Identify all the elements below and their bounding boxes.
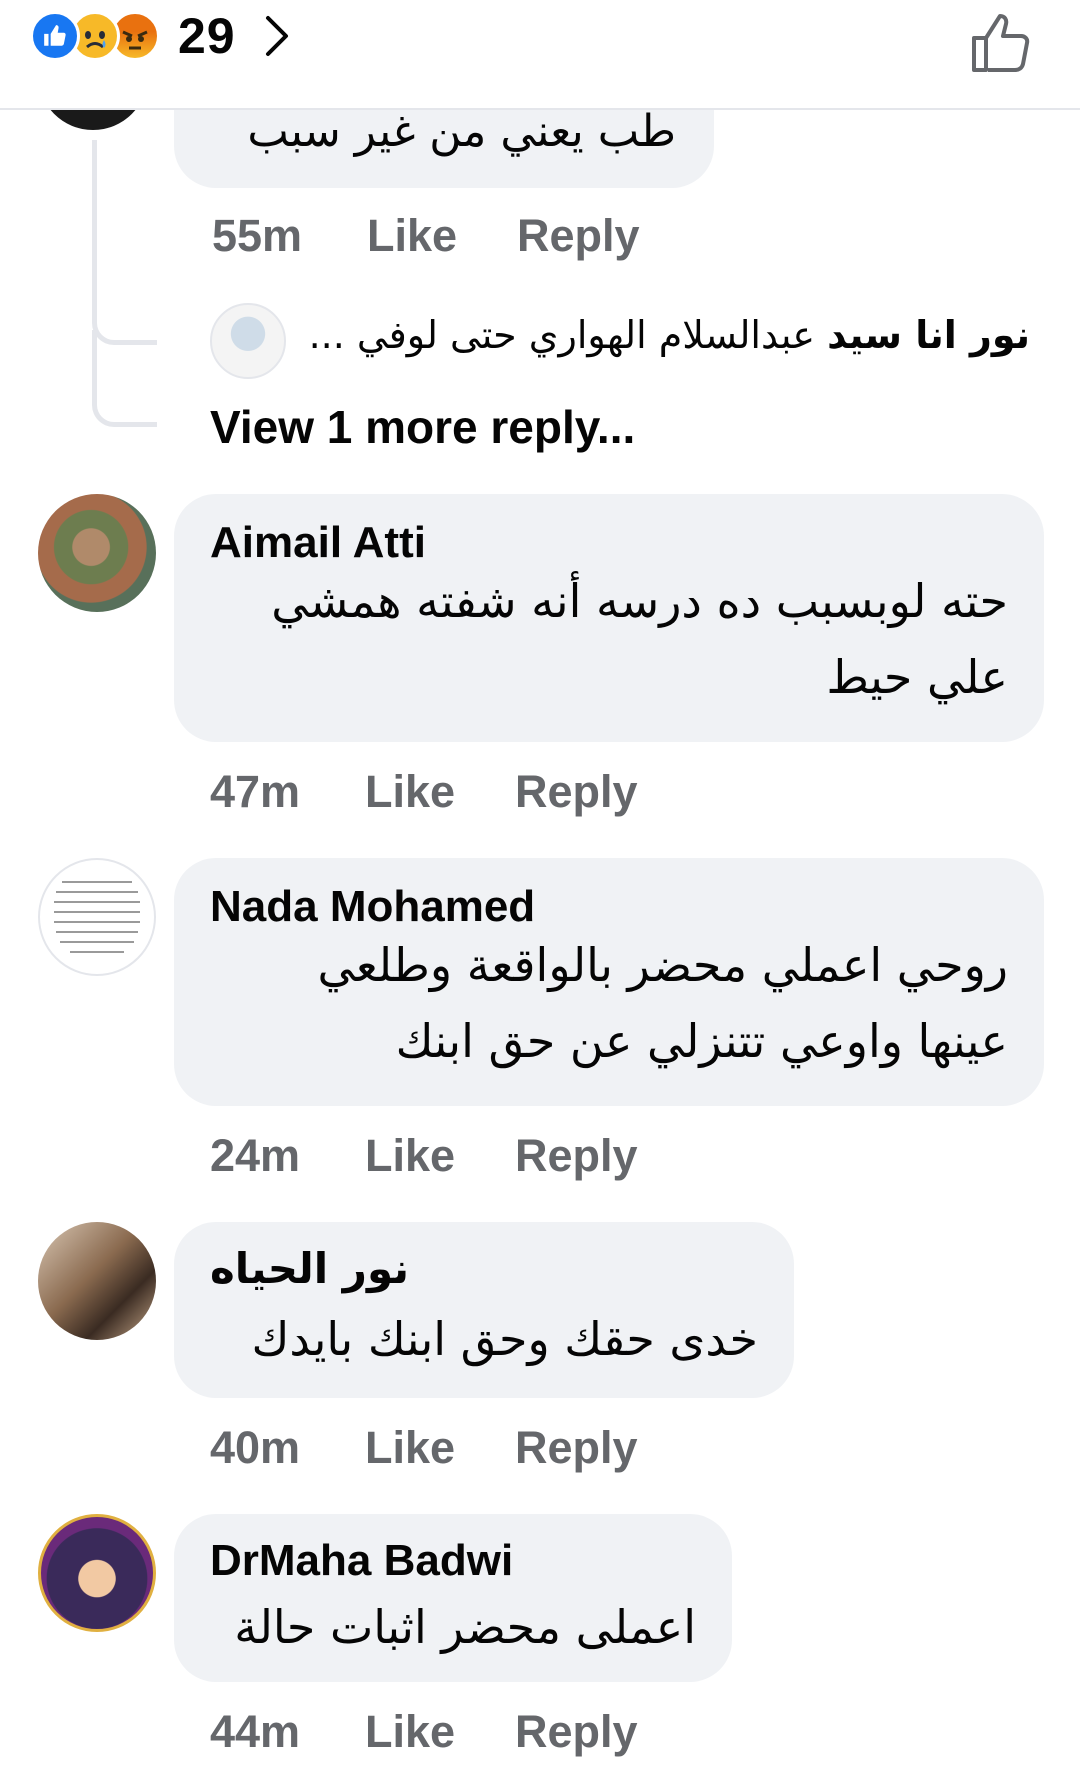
comment-time: 44m: [210, 1706, 301, 1757]
reaction-count: 29: [178, 8, 236, 64]
like-button[interactable]: Like: [365, 1422, 515, 1474]
comment-bubble[interactable]: DrMaha Badwi اعملى محضر اثبات حالة: [174, 1514, 732, 1682]
like-button[interactable]: Like: [365, 1706, 515, 1758]
reply-preview[interactable]: نور انا سيد عبدالسلام الهواري حتى لوفي .…: [210, 303, 1030, 379]
comment-author: نور الحياه: [210, 1244, 410, 1293]
like-button[interactable]: Like: [365, 766, 515, 818]
like-reaction-icon: [30, 11, 80, 61]
chevron-right-icon: [264, 14, 290, 58]
avatar: [210, 303, 286, 379]
comment-text: طب يعني من غير سبب: [247, 106, 676, 157]
like-button[interactable]: Like: [365, 1130, 515, 1182]
comment-bubble[interactable]: Nada Mohamed روحي اعملي محضر بالواقعة وط…: [174, 858, 1044, 1106]
comment-bubble[interactable]: Aimail Atti حته لوبسبب ده درسه أنه شفته …: [174, 494, 1044, 742]
like-button[interactable]: Like: [367, 210, 517, 262]
comment-bubble[interactable]: طب يعني من غير سبب: [174, 100, 714, 188]
comment-text-line: علي حيط: [826, 650, 1008, 704]
comment-time: 24m: [210, 1130, 301, 1181]
thread-line: [92, 330, 157, 427]
comment-text-line: خدى حقك وحق ابنك بايدك: [251, 1312, 758, 1366]
avatar[interactable]: [38, 1222, 156, 1340]
reply-button[interactable]: Reply: [515, 766, 638, 818]
like-post-button[interactable]: [968, 10, 1034, 76]
reply-snippet: عبدالسلام الهواري حتى لوفي ...: [308, 313, 816, 357]
reply-button[interactable]: Reply: [515, 1130, 638, 1182]
thumbs-up-outline-icon: [972, 14, 1030, 72]
reply-button[interactable]: Reply: [517, 210, 640, 262]
avatar[interactable]: [38, 1514, 156, 1632]
comment-author: DrMaha Badwi: [210, 1536, 514, 1585]
comment-author: Nada Mohamed: [210, 882, 536, 931]
reply-preview-text: نور انا سيد عبدالسلام الهواري حتى لوفي .…: [309, 313, 1030, 357]
comment-text-line: حته لوبسبب ده درسه أنه شفته همشي: [271, 574, 1008, 628]
comment-actions: 44m Like Reply: [210, 1706, 638, 1758]
view-more-replies-link[interactable]: View 1 more reply...: [210, 400, 635, 454]
comment-actions: 40m Like Reply: [210, 1422, 638, 1474]
comment-time: 47m: [210, 766, 301, 817]
comment-text-line: عينها واوعي تتنزلي عن حق ابنك: [395, 1014, 1008, 1068]
comment-text-line: روحي اعملي محضر بالواقعة وطلعي: [317, 938, 1009, 992]
comment-bubble[interactable]: نور الحياه خدى حقك وحق ابنك بايدك: [174, 1222, 794, 1398]
comment-time: 40m: [210, 1422, 301, 1473]
comment-actions: 55m Like Reply: [212, 210, 640, 262]
avatar[interactable]: [38, 494, 156, 612]
comment-time: 55m: [212, 210, 303, 261]
comment-actions: 47m Like Reply: [210, 766, 638, 818]
reply-author: نور انا سيد: [827, 313, 1030, 357]
comment-author: Aimail Atti: [210, 518, 426, 567]
reply-button[interactable]: Reply: [515, 1422, 638, 1474]
comment-actions: 24m Like Reply: [210, 1130, 638, 1182]
reply-button[interactable]: Reply: [515, 1706, 638, 1758]
text-image-icon: [54, 881, 140, 953]
comment-text-line: اعملى محضر اثبات حالة: [234, 1600, 696, 1654]
avatar[interactable]: [38, 858, 156, 976]
reactions-header: 29: [0, 0, 1080, 110]
reactions-summary[interactable]: 29: [30, 8, 290, 64]
thread-line: [92, 140, 157, 345]
